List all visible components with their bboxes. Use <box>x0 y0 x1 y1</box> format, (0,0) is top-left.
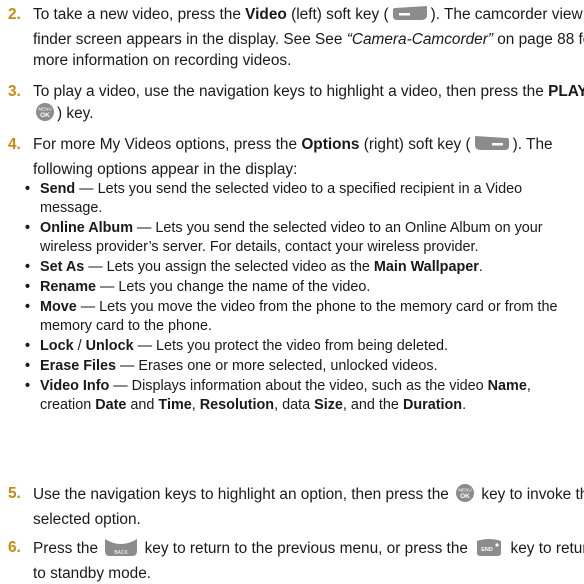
option-video-info: Video Info <box>40 378 110 394</box>
step-number: 4. <box>8 136 21 153</box>
left-soft-key-icon <box>391 5 429 29</box>
option-description: , data <box>274 397 315 413</box>
step-number: 6. <box>8 539 21 556</box>
step-2: 2. To take a new video, press the Video … <box>0 4 584 71</box>
step-3: 3. To play a video, use the navigation k… <box>0 81 584 128</box>
step-text: (right) soft key ( <box>359 136 471 153</box>
svg-text:END: END <box>481 547 493 553</box>
resolution-field-label: Resolution <box>199 397 275 413</box>
name-field-label: Name <box>487 378 527 394</box>
step-4: 4. For more My Videos options, press the… <box>0 134 584 180</box>
list-item: • Rename — Lets you change the name of th… <box>25 279 371 295</box>
option-description: — Lets you change the name of the video. <box>96 279 371 295</box>
step-text: To play a video, use the navigation keys… <box>33 83 549 100</box>
step-text: To take a new video, press the <box>33 6 246 23</box>
step-number: 5. <box>8 485 21 502</box>
step-text: Press the <box>33 540 103 557</box>
list-item: • Erase Files — Erases one or more select… <box>25 358 438 374</box>
option-online-album: Online Album <box>40 220 134 236</box>
svg-text:MENU: MENU <box>458 488 471 493</box>
step-number: 2. <box>8 6 21 23</box>
option-description: — Lets you protect the video from being … <box>133 338 448 354</box>
video-label: Video <box>245 6 287 23</box>
option-description: — Erases one or more selected, unlocked … <box>116 358 438 374</box>
menu-ok-key-icon: MENU OK <box>35 102 55 128</box>
svg-text:MENU: MENU <box>38 107 51 112</box>
option-rename: Rename <box>40 279 96 295</box>
option-description: — Lets you move the video from the phone… <box>40 299 558 334</box>
right-soft-key-icon <box>473 135 511 159</box>
separator: / <box>73 338 86 354</box>
camera-camcorder-reference: “Camera-Camcorder” <box>346 31 493 48</box>
step-text: For more My Videos options, press the <box>33 136 302 153</box>
option-description: , and the <box>342 397 403 413</box>
option-unlock: Unlock <box>85 338 134 354</box>
option-lock: Lock <box>40 338 74 354</box>
svg-text:BACK: BACK <box>114 550 128 556</box>
option-description: . <box>478 259 483 275</box>
option-erase-files: Erase Files <box>40 358 117 374</box>
option-move: Move <box>40 299 77 315</box>
size-field-label: Size <box>314 397 343 413</box>
main-wallpaper-label: Main Wallpaper <box>373 259 479 275</box>
options-list: • Send — Lets you send the selected video… <box>0 180 584 416</box>
time-field-label: Time <box>158 397 192 413</box>
svg-text:OK: OK <box>40 112 50 119</box>
step-6: 6. Press the BACK key to return to the p… <box>0 537 584 584</box>
step-text: ) key. <box>57 105 94 122</box>
back-key-icon: BACK <box>104 537 138 563</box>
step-text: (left) soft key ( <box>286 6 389 23</box>
step-text: Use the navigation keys to highlight an … <box>33 486 454 503</box>
menu-ok-key-icon: MENU OK <box>455 483 475 509</box>
duration-field-label: Duration <box>402 397 463 413</box>
option-description: — Lets you send the selected video to a … <box>40 181 523 216</box>
option-send: Send <box>40 181 76 197</box>
step-5: 5. Use the navigation keys to highlight … <box>0 483 584 530</box>
option-description: and <box>126 397 159 413</box>
step-text: key to return to the previous menu, or p… <box>140 540 473 557</box>
option-description: — Lets you assign the selected video as … <box>84 259 374 275</box>
list-item: • Set As — Lets you assign the selected v… <box>25 259 483 275</box>
date-field-label: Date <box>95 397 127 413</box>
list-item: • Lock / Unlock — Lets you protect the vi… <box>25 338 448 354</box>
option-set-as: Set As <box>40 259 85 275</box>
list-item: • Send — Lets you send the selected video… <box>25 181 523 216</box>
step-number: 3. <box>8 83 21 100</box>
options-label: Options <box>301 136 360 153</box>
option-description: , <box>191 397 200 413</box>
option-description: — Displays information about the video, … <box>109 378 488 394</box>
end-key-icon: END <box>474 537 504 563</box>
play-label: PLAY <box>548 83 584 100</box>
option-description: . <box>462 397 467 413</box>
list-item: • Online Album — Lets you send the select… <box>25 220 543 255</box>
list-item: • Video Info — Displays information about… <box>25 378 531 413</box>
svg-text:OK: OK <box>460 493 470 500</box>
list-item: • Move — Lets you move the video from the… <box>25 299 558 334</box>
